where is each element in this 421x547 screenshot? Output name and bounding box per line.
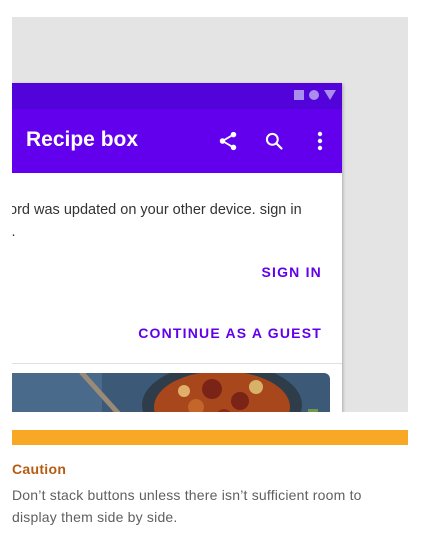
recipe-image <box>12 373 330 412</box>
password-dialog: assword was updated on your other device… <box>12 173 342 363</box>
caution-title: Caution <box>12 461 67 477</box>
continue-as-guest-button[interactable]: CONTINUE AS A GUEST <box>138 325 322 341</box>
app-bar: Recipe box <box>12 109 342 173</box>
example-figure: Recipe box ord was updated on your other… <box>12 17 408 412</box>
triangle-icon <box>324 90 336 100</box>
share-icon[interactable] <box>216 129 240 153</box>
status-bar <box>12 83 342 109</box>
divider <box>12 363 342 364</box>
sign-in-button[interactable]: SIGN IN <box>261 264 322 280</box>
circle-icon <box>309 90 319 100</box>
app-title: Recipe box <box>26 128 139 151</box>
dialog-message: assword was updated on your other device… <box>12 202 302 240</box>
status-icons <box>294 90 336 100</box>
square-icon <box>294 90 304 100</box>
search-icon[interactable] <box>262 129 286 153</box>
caution-text: Don’t stack buttons unless there isn’t s… <box>12 487 362 525</box>
app-bar-actions <box>194 129 332 153</box>
more-vert-icon[interactable] <box>308 129 332 153</box>
phone-screen: Recipe box ord was updated on your other… <box>12 83 342 412</box>
caution-bar <box>12 430 408 445</box>
